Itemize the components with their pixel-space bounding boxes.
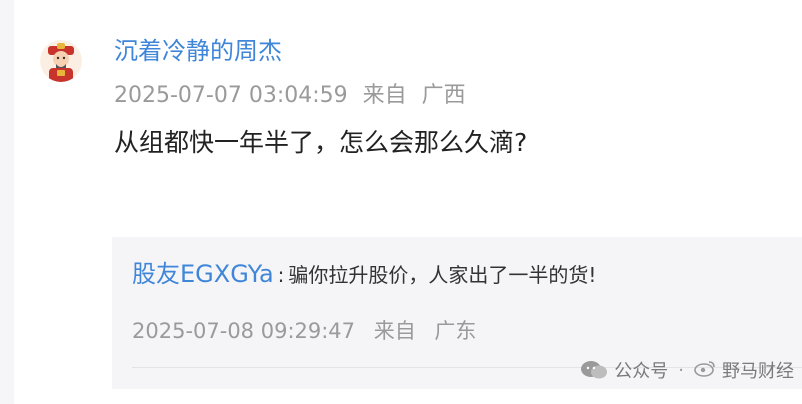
watermark-name: 野马财经 [722,361,794,382]
comment-page: 沉着冷静的周杰 2025-07-07 03:04:59 来自 广西 从组都快一年… [0,0,802,404]
wechat-icon [580,360,608,380]
weibo-icon [694,359,716,382]
reply-text: 骗你拉升股价，人家出了一半的货! [288,263,597,287]
user-avatar[interactable] [40,40,82,82]
reply-username[interactable]: 股友EGXGYa [132,260,274,288]
comment-username[interactable]: 沉着冷静的周杰 [114,34,282,68]
comment-location: 广西 [421,83,466,108]
reply-source-prefix: 来自 [373,319,416,343]
comment-timestamp: 2025-07-07 03:04:59 [114,83,348,108]
reply-line: 股友EGXGYa: 骗你拉升股价，人家出了一半的货! [132,257,596,292]
reply-separator: : [277,263,285,287]
reply-location: 广东 [434,319,477,343]
god-of-wealth-avatar-icon [40,40,82,82]
watermark-account-label: 公众号 [614,361,669,382]
watermark-dot: · [678,359,684,381]
comment-text: 从组都快一年半了，怎么会那么久滴? [114,128,528,157]
comment-source-prefix: 来自 [362,83,407,108]
reply-timestamp: 2025-07-08 09:29:47 [132,319,356,343]
reply-meta: 2025-07-08 09:29:47 来自 广东 [132,315,476,347]
watermark: 公众号 · 野马财经 [580,357,794,383]
left-rail [0,0,14,404]
comment-meta: 2025-07-07 03:04:59 来自 广西 [114,80,466,112]
